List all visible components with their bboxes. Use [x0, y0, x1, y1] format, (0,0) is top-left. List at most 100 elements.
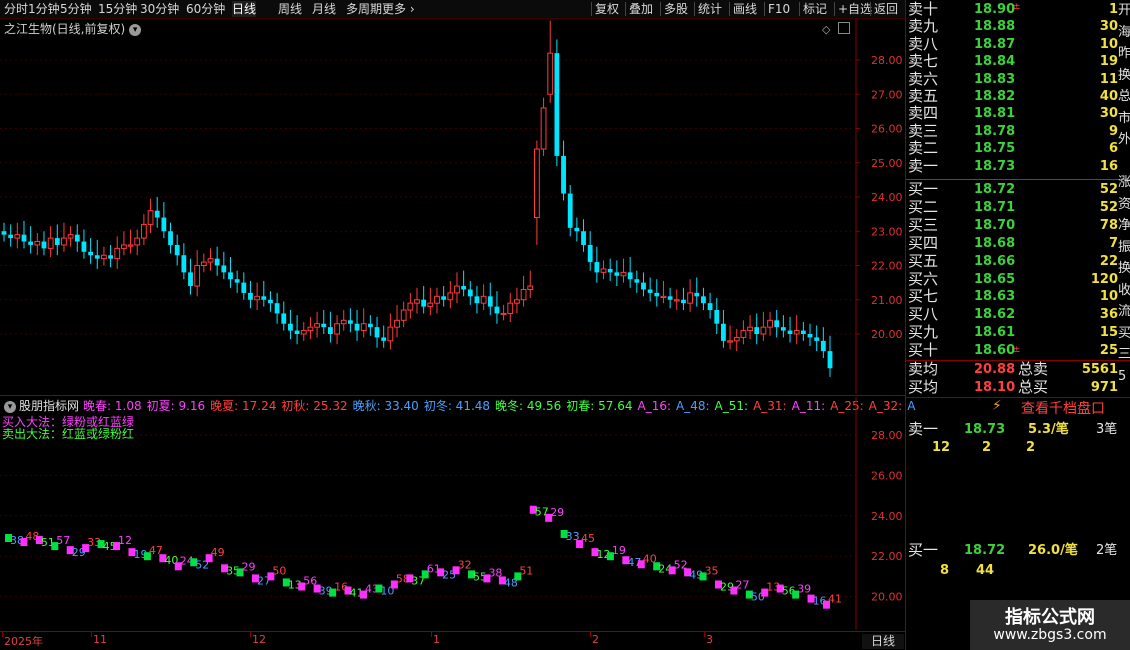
ask-row[interactable]: 卖七 18.84 19	[906, 53, 1120, 70]
toolbar-item-5[interactable]: 60分钟	[186, 1, 225, 17]
buy1-summary: 买一 18.72 26.0/笔 2笔	[908, 542, 1122, 559]
candle-body	[793, 330, 800, 335]
signal-label: 12	[118, 534, 132, 547]
bid-row[interactable]: 买十 18.60 ±25	[906, 342, 1120, 359]
toolbar-right-item-3[interactable]: 统计	[698, 1, 722, 17]
change-mark: ±	[1013, 2, 1021, 12]
candle	[574, 217, 580, 242]
candle-body	[673, 299, 680, 302]
toolbar-item-4[interactable]: 30分钟	[140, 1, 179, 17]
candle-body	[88, 251, 93, 256]
toolbar-item-7[interactable]: 周线	[278, 1, 302, 17]
view-depth-button[interactable]: 查看千档盘口	[1021, 398, 1105, 418]
stock-terminal: 分时 1分钟 5分钟 15分钟 30分钟 60分钟 日线 周线 月线 多周期 更多 › 复权 叠加 多股…	[0, 0, 1130, 650]
candle-body	[74, 234, 80, 242]
bid-row[interactable]: 买八 18.62 36	[906, 306, 1120, 323]
candle-body	[394, 319, 400, 328]
price-tick-label: 23.00	[871, 225, 903, 238]
ask-row[interactable]: 卖十 18.90 ±1	[906, 1, 1120, 18]
date-tick	[704, 632, 705, 637]
bid-row[interactable]: 买四 18.68 7	[906, 233, 1120, 252]
candle	[567, 185, 573, 237]
bid-row[interactable]: 买六 18.65 120	[906, 270, 1120, 288]
ask-row[interactable]: 卖一 18.73 16	[906, 157, 1120, 175]
candle-body	[587, 244, 593, 263]
period-button[interactable]: 日线	[862, 634, 904, 649]
candle-body	[181, 255, 187, 273]
ask-row[interactable]: 卖三 18.78 9	[906, 122, 1120, 140]
ask-row[interactable]: 卖八 18.87 10	[906, 35, 1120, 53]
toolbar-separator	[834, 2, 835, 16]
bid-row[interactable]: 买九 18.61 15	[906, 324, 1120, 341]
candle	[400, 301, 407, 328]
sell1-label: 卖一	[908, 420, 939, 438]
indicator-chart[interactable]: ▾ 股朋指标网 晚春: 1.08 初夏: 9.16 晚夏: 17.24 初秋: 25.32…	[0, 397, 915, 630]
candle-body	[61, 237, 67, 246]
toolbar-right-item-8[interactable]: 返回	[874, 1, 898, 17]
candle-body	[334, 323, 340, 335]
candle	[88, 238, 93, 264]
toolbar-item-8[interactable]: 月线	[312, 1, 336, 17]
toolbar-item-3[interactable]: 15分钟	[98, 1, 137, 17]
quote-side-char: 换	[1118, 67, 1130, 83]
toolbar-item-6[interactable]: 日线	[232, 1, 257, 17]
bid-row[interactable]: 买二 18.71 52	[906, 198, 1120, 216]
toolbar-item-10[interactable]: 更多 ›	[382, 1, 415, 17]
candle	[61, 222, 67, 252]
ask-volume: 16	[1099, 158, 1118, 174]
toolbar-right-item-6[interactable]: 标记	[803, 1, 827, 17]
bid-volume: 7	[1108, 235, 1118, 251]
candle-body	[54, 238, 60, 245]
toolbar-item-9[interactable]: 多周期	[346, 1, 382, 17]
bid-label: 买四	[908, 233, 939, 252]
candle-body	[687, 292, 694, 304]
toolbar-right-item-0[interactable]: 复权	[595, 1, 619, 17]
quote-side-char: 外	[1118, 132, 1130, 147]
candle	[767, 311, 773, 336]
candle	[207, 248, 214, 271]
toolbar-right-item-7[interactable]: +自选	[838, 1, 872, 17]
toolbar-right-item-2[interactable]: 多股	[664, 1, 688, 17]
ask-volume: 30	[1099, 106, 1118, 122]
toolbar-item-2[interactable]: 5分钟	[60, 1, 92, 17]
ask-row[interactable]: 卖四 18.81 30	[906, 105, 1120, 122]
toolbar-right-item-5[interactable]: F10	[768, 1, 790, 17]
ask-row[interactable]: 卖九 18.88 30	[906, 18, 1120, 35]
candle-body	[14, 234, 21, 239]
bid-row[interactable]: 买七 18.63 10	[906, 288, 1120, 305]
candle	[754, 313, 760, 345]
candle	[67, 226, 74, 247]
ask-row[interactable]: 卖六 18.83 11	[906, 70, 1120, 88]
bid-row[interactable]: 买一 18.72 52	[906, 181, 1120, 198]
candle	[288, 310, 293, 340]
candle	[514, 287, 520, 314]
candle	[261, 280, 267, 307]
candle	[687, 279, 694, 312]
toolbar-item-0[interactable]: 分时	[4, 1, 28, 17]
toolbar-right-item-4[interactable]: 画线	[733, 1, 757, 17]
toolbar-item-1[interactable]: 1分钟	[28, 1, 60, 17]
signal-label: 41	[828, 593, 842, 606]
candle-body	[1, 231, 7, 235]
avg-buy-price: 18.10	[974, 380, 1016, 395]
candle-body	[474, 296, 480, 304]
ask-row[interactable]: 卖二 18.75 6	[906, 140, 1120, 157]
candle-body	[454, 285, 460, 294]
bid-row[interactable]: 买三 18.70 78	[906, 216, 1120, 234]
candle-body	[41, 241, 47, 249]
quote-side-char: 振	[1118, 239, 1130, 255]
candle-body	[820, 340, 826, 352]
candle	[367, 315, 373, 336]
price-tick-label: 26.00	[871, 123, 903, 136]
bid-row[interactable]: 买五 18.66 22	[906, 252, 1120, 270]
candle	[500, 304, 507, 321]
signal-label: 51	[519, 564, 533, 577]
toolbar-right-item-1[interactable]: 叠加	[629, 1, 653, 17]
bid-label: 买八	[908, 305, 939, 324]
candle	[620, 258, 627, 283]
candle-body	[140, 223, 147, 239]
quote-side-char: 昨	[1118, 46, 1130, 61]
indicator-svg: 28.0026.0024.0022.0020.0038 48 51 572933 45 1…	[0, 397, 903, 630]
ask-row[interactable]: 卖五 18.82 40	[906, 88, 1120, 105]
candlestick-chart[interactable]: 之江生物(日线,前复权) ▾ ◇ 28.00 27.00 26.00 25.00 24.0…	[0, 19, 905, 394]
